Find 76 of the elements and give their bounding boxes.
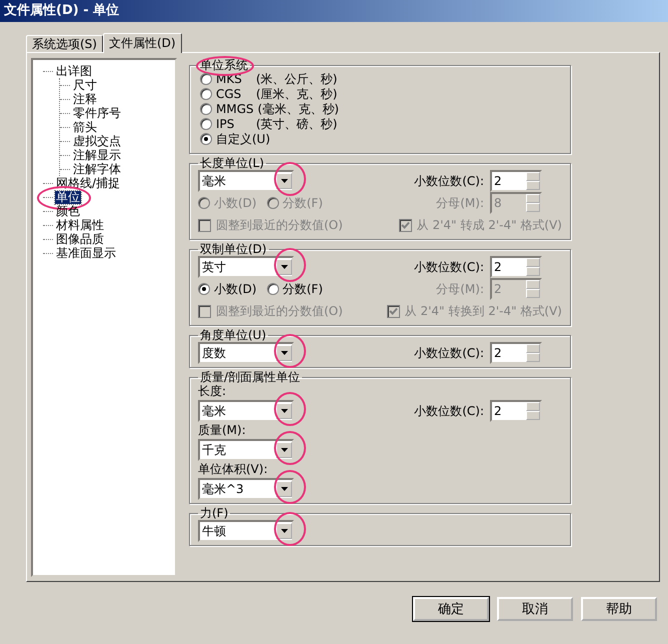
- spin-field[interactable]: 2: [490, 256, 542, 278]
- caret-icon: [280, 529, 288, 533]
- field-label: 小数位数(C):: [414, 402, 484, 420]
- group-title: 双制单位(D): [199, 242, 268, 256]
- radio-button[interactable]: IPS (英寸、磅、秒): [200, 117, 338, 131]
- dropdown[interactable]: 千克: [198, 439, 294, 461]
- dropdown-arrow-button[interactable]: [276, 345, 292, 361]
- caret-icon: [280, 265, 288, 269]
- dropdown-arrow-button[interactable]: [276, 173, 292, 189]
- group-title: 长度单位(L): [199, 156, 266, 170]
- tree-item[interactable]: 箭头: [72, 120, 98, 134]
- tab[interactable]: 文件属性(D): [102, 33, 182, 53]
- field-label: 质量(M):: [198, 423, 246, 438]
- field-label: 小数位数(C):: [414, 258, 484, 276]
- caret-icon: [280, 448, 288, 452]
- tree-item[interactable]: 出详图: [55, 64, 93, 78]
- caret-icon: [280, 351, 288, 355]
- radio-description: (米、公斤、秒): [256, 70, 338, 88]
- tree-item[interactable]: 单位: [55, 190, 81, 204]
- check-icon: [388, 306, 398, 316]
- dropdown[interactable]: 度数: [198, 342, 294, 364]
- spin-field[interactable]: 2: [490, 342, 542, 364]
- dialog-button[interactable]: 确定: [413, 597, 489, 621]
- field-label: 分母(M):: [436, 194, 484, 212]
- group-title: 质量/剖面属性单位: [199, 370, 302, 384]
- radio-button[interactable]: 分数(F): [266, 282, 323, 296]
- spin-field[interactable]: 2: [490, 170, 542, 192]
- tab[interactable]: 系统选项(S): [26, 35, 103, 52]
- tree-item[interactable]: 注解字体: [72, 162, 122, 176]
- radio-button[interactable]: 小数(D): [198, 282, 257, 296]
- group-title: 力(F): [199, 506, 230, 520]
- dialog-button[interactable]: 取消: [497, 597, 573, 621]
- tree-item[interactable]: 注解显示: [72, 148, 122, 162]
- radio-description: (毫米、克、秒): [258, 100, 339, 118]
- tree-item[interactable]: 图像品质: [55, 232, 105, 246]
- field-label: 单位体积(V):: [198, 462, 268, 477]
- dropdown-arrow-button[interactable]: [276, 523, 292, 539]
- dropdown-arrow-button[interactable]: [276, 442, 292, 458]
- field-label: 小数位数(C):: [414, 344, 484, 362]
- tree-item[interactable]: 尺寸: [72, 78, 98, 92]
- dropdown[interactable]: 毫米: [198, 170, 294, 192]
- field-label: 长度:: [198, 384, 226, 399]
- radio-description: (英寸、磅、秒): [256, 116, 338, 132]
- radio-description: (厘米、克、秒): [256, 86, 338, 102]
- check-icon: [400, 220, 410, 230]
- group-title: 角度单位(U): [199, 328, 268, 342]
- dropdown[interactable]: 毫米^3: [198, 478, 294, 500]
- caret-icon: [280, 487, 288, 491]
- dropdown-value: 牛顿: [201, 522, 227, 540]
- dropdown-value: 毫米: [201, 172, 227, 190]
- tree-item[interactable]: 材料属性: [55, 218, 105, 232]
- dialog-button[interactable]: 帮助: [581, 597, 657, 621]
- field-label: 分母(M):: [436, 280, 484, 298]
- tree-item[interactable]: 零件序号: [72, 106, 122, 120]
- caret-icon: [280, 409, 288, 413]
- dropdown-value: 毫米: [201, 402, 227, 420]
- dropdown-value: 度数: [201, 344, 227, 362]
- dropdown-value: 英寸: [201, 258, 227, 276]
- dropdown-value: 千克: [201, 442, 227, 458]
- spin-field[interactable]: 2: [490, 400, 542, 422]
- dropdown-arrow-button[interactable]: [276, 403, 292, 419]
- tree-item[interactable]: 虚拟交点: [72, 134, 122, 148]
- dropdown-arrow-button[interactable]: [276, 481, 292, 497]
- tree-item[interactable]: 基准面显示: [55, 246, 117, 260]
- radio-button[interactable]: CGS (厘米、克、秒): [200, 87, 338, 101]
- tree-item[interactable]: 注释: [72, 92, 98, 106]
- window-title: 文件属性(D) - 单位: [0, 0, 668, 22]
- radio-button[interactable]: 自定义(U): [200, 132, 270, 146]
- dropdown-value: 毫米^3: [201, 480, 245, 498]
- dropdown[interactable]: 英寸: [198, 256, 294, 278]
- radio-button[interactable]: MMGS (毫米、克、秒): [200, 102, 339, 116]
- field-label: 小数位数(C):: [414, 172, 484, 190]
- caret-icon: [280, 179, 288, 183]
- dropdown-arrow-button[interactable]: [276, 259, 292, 275]
- dropdown[interactable]: 毫米: [198, 400, 294, 422]
- dropdown[interactable]: 牛顿: [198, 520, 294, 542]
